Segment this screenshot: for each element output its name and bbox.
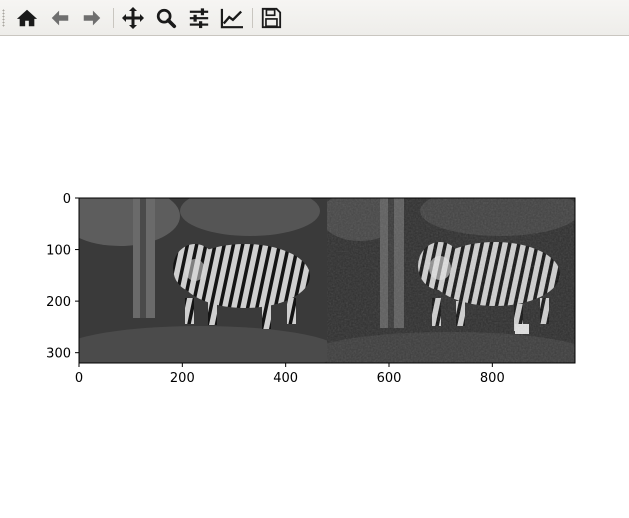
y-tick-label: 200 (46, 295, 71, 310)
floppy-disk-icon (261, 7, 282, 29)
edit-axis-button[interactable] (218, 4, 246, 32)
magnifier-icon (156, 8, 177, 29)
x-axis: 0 200 400 600 800 (75, 363, 505, 386)
noisy-image (79, 198, 327, 363)
zoom-button[interactable] (152, 4, 180, 32)
toolbar (0, 0, 629, 36)
forward-button[interactable] (78, 4, 106, 32)
toolbar-separator (113, 8, 114, 28)
x-tick-label: 600 (377, 371, 402, 386)
arrow-left-icon (51, 10, 69, 26)
image-axes: 0 200 400 600 800 0 100 200 300 (46, 192, 576, 386)
line-chart-icon (220, 8, 243, 29)
back-button[interactable] (46, 4, 74, 32)
save-button[interactable] (257, 4, 285, 32)
y-tick-label: 300 (46, 347, 71, 362)
toolbar-grip-icon (2, 9, 5, 27)
x-tick-label: 0 (75, 371, 83, 386)
y-axis: 0 100 200 300 (46, 192, 79, 362)
toolbar-separator (252, 8, 253, 28)
configure-subplots-button[interactable] (185, 4, 213, 32)
figure-canvas: 0 200 400 600 800 0 100 200 300 (0, 36, 629, 514)
pan-button[interactable] (119, 4, 147, 32)
sliders-icon (189, 8, 209, 29)
move-arrows-icon (122, 7, 144, 29)
x-tick-label: 800 (480, 371, 505, 386)
x-tick-label: 400 (273, 371, 298, 386)
denoised-image (327, 198, 575, 363)
figure-svg: 0 200 400 600 800 0 100 200 300 (46, 192, 576, 386)
x-tick-label: 200 (170, 371, 195, 386)
home-button[interactable] (13, 4, 41, 32)
arrow-right-icon (83, 10, 101, 26)
y-tick-label: 0 (63, 192, 71, 207)
home-icon (16, 9, 38, 27)
y-tick-label: 100 (46, 244, 71, 259)
